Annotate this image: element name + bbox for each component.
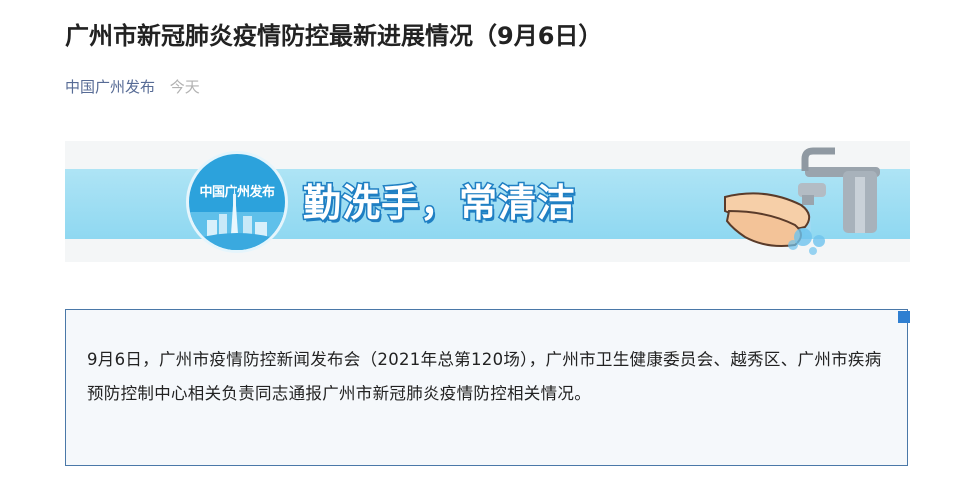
- publisher-logo: 中国广州发布: [189, 154, 285, 250]
- article-meta: 中国广州发布 今天: [65, 76, 200, 98]
- banner-image: 中国广州发布 勤洗手，常清洁: [65, 141, 910, 262]
- banner-slogan: 勤洗手，常清洁: [301, 180, 577, 227]
- account-name-link[interactable]: 中国广州发布: [65, 78, 155, 96]
- article-title: 广州市新冠肺炎疫情防控最新进展情况（9月6日）: [65, 22, 603, 50]
- summary-card: 9月6日，广州市疫情防控新闻发布会（2021年总第120场），广州市卫生健康委员…: [65, 309, 908, 466]
- handwashing-faucet-icon: [724, 147, 880, 255]
- card-corner-marker: [898, 311, 910, 323]
- publish-date: 今天: [169, 78, 200, 96]
- logo-label: 中国广州发布: [199, 185, 275, 200]
- summary-text: 9月6日，广州市疫情防控新闻发布会（2021年总第120场），广州市卫生健康委员…: [87, 350, 882, 403]
- city-skyline-icon: [189, 184, 285, 250]
